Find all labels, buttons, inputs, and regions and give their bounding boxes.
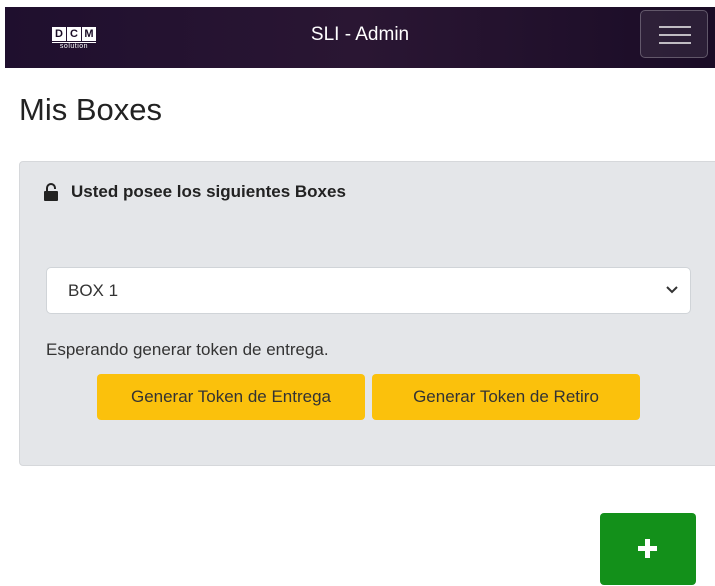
token-status-text: Esperando generar token de entrega. xyxy=(46,340,329,359)
box-select[interactable]: BOX 1 xyxy=(46,267,691,314)
page-title: Mis Boxes xyxy=(19,92,162,127)
card-title: Usted posee los siguientes Boxes xyxy=(71,182,346,201)
lock-icon xyxy=(44,183,58,201)
box-select-value: BOX 1 xyxy=(68,281,119,300)
card-header: Usted posee los siguientes Boxes xyxy=(44,182,346,202)
chevron-down-icon xyxy=(666,286,678,294)
menu-toggle-button[interactable] xyxy=(640,10,708,58)
top-navbar: D C M solution SLI - Admin xyxy=(5,7,715,68)
app-title: SLI - Admin xyxy=(310,24,410,45)
generate-delivery-token-button[interactable]: Generar Token de Entrega xyxy=(97,374,365,420)
plus-icon xyxy=(638,539,657,558)
boxes-card: Usted posee los siguientes Boxes BOX 1 E… xyxy=(19,161,715,466)
generate-pickup-token-button[interactable]: Generar Token de Retiro xyxy=(372,374,640,420)
add-box-button[interactable] xyxy=(600,513,696,585)
